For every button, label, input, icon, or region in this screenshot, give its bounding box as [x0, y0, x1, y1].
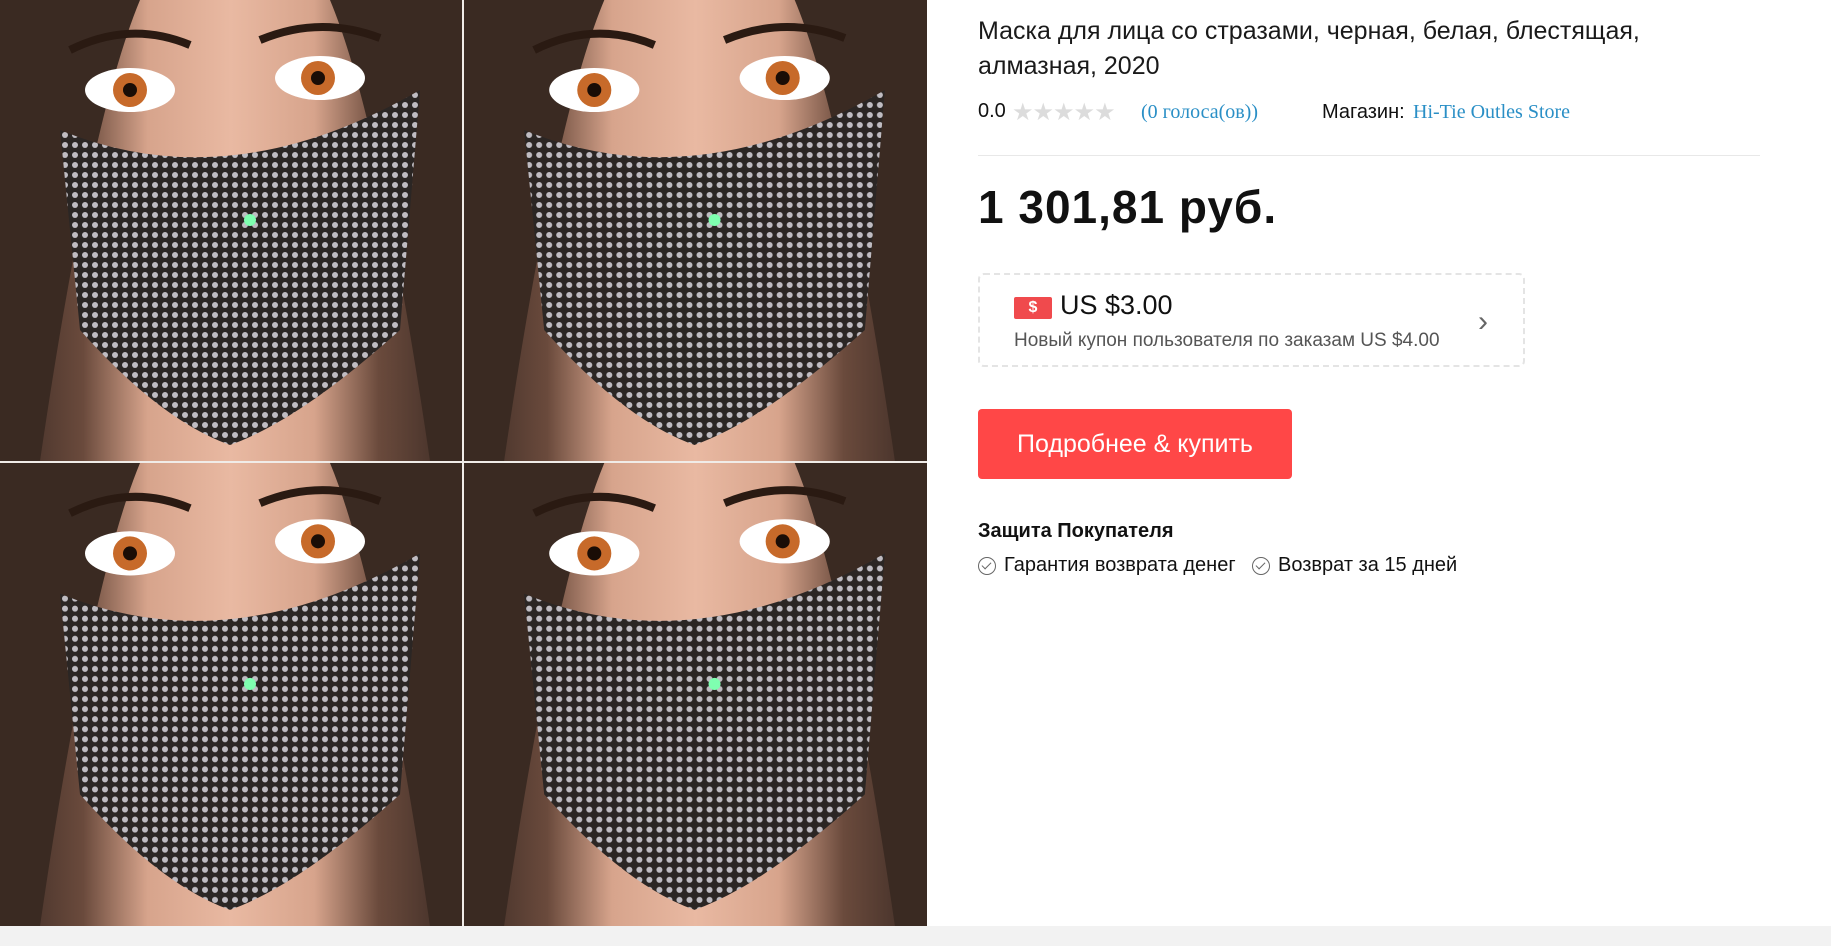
divider [978, 155, 1760, 156]
coupon-amount: US $3.00 [1060, 290, 1173, 320]
masked-face-photo [464, 0, 927, 461]
check-circle-icon [978, 556, 996, 575]
bottom-bar [0, 926, 1831, 946]
rating-store-row: 0.0 ★★★★★ (0 голоса(ов)) Магазин: Hi-Tie… [978, 98, 1778, 126]
store-link[interactable]: Hi-Tie Outles Store [1413, 101, 1570, 124]
buyer-protection-title: Защита Покупателя [978, 520, 1174, 542]
masked-face-photo [0, 463, 462, 926]
store-label: Магазин: [1322, 101, 1405, 123]
masked-face-photo [464, 463, 927, 926]
coupon-card[interactable]: $ US $3.00 Новый купон пользователя по з… [978, 273, 1525, 367]
chevron-right-icon[interactable]: › [1478, 305, 1488, 339]
return-15-days: Возврат за 15 дней [1252, 554, 1457, 577]
return-label: Возврат за 15 дней [1278, 554, 1458, 576]
votes-link[interactable]: (0 голоса(ов)) [1141, 101, 1258, 124]
money-back-guarantee: Гарантия возврата денег [978, 554, 1236, 577]
details-buy-button[interactable]: Подробнее & купить [978, 409, 1292, 479]
product-photo-4[interactable] [464, 463, 927, 926]
guarantee-label: Гарантия возврата денег [1004, 554, 1236, 576]
masked-face-photo [0, 0, 462, 461]
product-photo-3[interactable] [0, 463, 462, 926]
check-circle-icon [1252, 556, 1270, 575]
rating-stars-icon: ★★★★★ [1012, 99, 1116, 126]
product-photo-1[interactable] [0, 0, 462, 461]
rating-score: 0.0 [978, 100, 1006, 122]
coupon-ticket-icon: $ [1014, 297, 1052, 319]
product-price: 1 301,81 руб. [978, 181, 1278, 233]
product-image-gallery [0, 0, 927, 926]
coupon-description: Новый купон пользователя по заказам US $… [1014, 330, 1440, 351]
product-photo-2[interactable] [464, 0, 927, 461]
product-title: Маска для лица со стразами, черная, бела… [978, 17, 1640, 80]
